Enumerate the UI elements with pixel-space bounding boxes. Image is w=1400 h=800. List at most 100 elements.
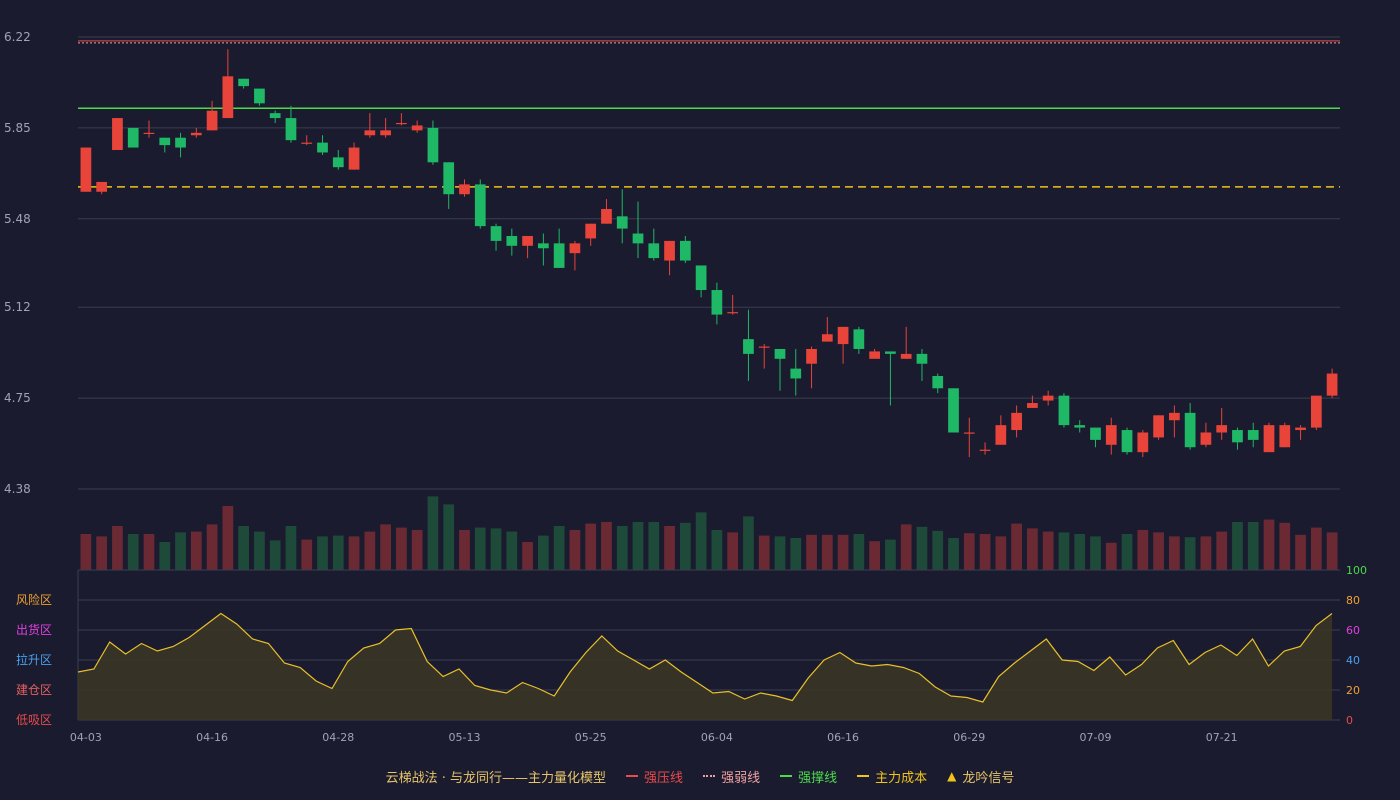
candle-body — [1153, 415, 1164, 438]
volume-bar — [806, 534, 817, 570]
price-tick-label: 4.38 — [4, 482, 31, 496]
chart-legend: 云梯战法 · 与龙同行——主力量化模型 强压线 强弱线 强撑线 主力成本 ▲ 龙… — [0, 764, 1400, 788]
candle-body — [1121, 430, 1133, 453]
candle-body — [364, 130, 376, 136]
candle-body — [1027, 403, 1038, 408]
legend-title-label: 云梯战法 · 与龙同行——主力量化模型 — [385, 770, 607, 786]
candle-body — [774, 348, 786, 359]
volume-bar — [743, 516, 754, 570]
x-tick-label: 07-21 — [1206, 731, 1238, 744]
candle-body — [317, 142, 328, 153]
volume-bar — [474, 527, 486, 570]
stock-chart: 6.22 5.85 5.48 5.12 4.75 4.38 100 80 60 40 20 0 风险区出… — [4, 30, 1367, 744]
volume-bar — [569, 530, 581, 570]
volume-bar — [506, 531, 518, 570]
volume-bar — [238, 526, 250, 570]
volume-bar — [821, 534, 833, 570]
candle-body — [1074, 425, 1086, 428]
volume-bar — [222, 506, 234, 570]
candle-body — [348, 147, 360, 170]
x-tick-label: 05-13 — [449, 731, 481, 744]
volume-bar — [127, 534, 139, 570]
candle-body — [806, 348, 817, 364]
x-tick-label: 04-03 — [70, 731, 102, 744]
x-tick-label: 06-29 — [953, 731, 985, 744]
weak-line-swatch — [703, 775, 716, 777]
candle-body — [1247, 430, 1259, 440]
candle-body — [979, 449, 991, 451]
candle-body — [96, 181, 108, 192]
volume-bar — [364, 531, 376, 570]
volume-bar — [317, 536, 328, 570]
legend-item-signal[interactable]: ▲ 龙吟信号 — [947, 767, 1014, 786]
volume-bar — [948, 538, 959, 570]
volume-bar — [601, 522, 612, 570]
volume-bar — [269, 540, 281, 570]
candle-body — [837, 326, 849, 345]
volume-bar — [1058, 532, 1070, 570]
volume-bar — [885, 539, 896, 570]
osc-zone-label: 低吸区 — [16, 713, 52, 727]
price-tick-label: 5.48 — [4, 212, 31, 226]
legend-item-support[interactable]: 强撑线 — [780, 767, 837, 786]
candle-body — [1295, 427, 1306, 431]
candle-body — [569, 243, 581, 254]
osc-tick-label: 80 — [1346, 594, 1360, 607]
candle-body — [1200, 432, 1212, 445]
volume-bar — [396, 527, 407, 570]
candle-body — [758, 346, 770, 348]
osc-zone-label: 拉升区 — [16, 652, 52, 667]
candle-body — [1090, 427, 1101, 440]
volume-bar — [1247, 522, 1259, 570]
candle-body — [790, 368, 802, 379]
candle-body — [1216, 425, 1228, 433]
volume-bar — [1263, 519, 1275, 570]
candle-body — [963, 432, 975, 434]
candle-body — [254, 88, 265, 104]
candle-body — [474, 184, 486, 227]
candle-body — [112, 118, 123, 150]
volume-bar — [758, 535, 770, 570]
candle-body — [1042, 395, 1054, 401]
price-tick-label: 5.85 — [4, 121, 31, 135]
volume-bar — [143, 534, 155, 570]
candle-body — [1105, 425, 1117, 445]
osc-tick-label: 40 — [1346, 654, 1360, 667]
volume-bar — [916, 526, 928, 570]
candle-body — [459, 184, 470, 195]
volume-bar — [1105, 542, 1117, 570]
candle-body — [396, 122, 407, 125]
candle-body — [522, 235, 533, 246]
candle-body — [537, 243, 549, 249]
osc-tick-label: 100 — [1346, 564, 1367, 577]
volume-bar — [585, 523, 597, 570]
volume-bar — [995, 536, 1007, 570]
candle-body — [1137, 432, 1149, 453]
volume-bar — [979, 534, 991, 570]
legend-pressure-label: 强压线 — [644, 770, 684, 786]
legend-item-cost[interactable]: 主力成本 — [857, 767, 927, 786]
legend-item-weak[interactable]: 强弱线 — [703, 767, 760, 786]
candle-body — [332, 157, 344, 168]
candle-body — [190, 132, 202, 136]
legend-item-pressure[interactable]: 强压线 — [626, 767, 683, 786]
candle-body — [206, 110, 218, 131]
candle-body — [1184, 412, 1196, 448]
candle-body — [301, 142, 313, 144]
volume-bar — [1232, 522, 1243, 570]
candle-body — [727, 312, 739, 314]
candle-body — [143, 132, 155, 135]
volume-bar — [695, 512, 707, 570]
volume-bar — [869, 541, 881, 570]
volume-bar — [380, 524, 391, 570]
support-line-swatch — [780, 775, 793, 777]
candle-body — [853, 329, 865, 349]
candle-body — [1326, 373, 1338, 396]
candle-body — [1168, 412, 1180, 421]
candle-body — [948, 388, 959, 433]
candle-body — [821, 334, 833, 342]
legend-weak-label: 强弱线 — [721, 770, 761, 786]
osc-tick-label: 60 — [1346, 624, 1360, 637]
volume-bar — [1184, 537, 1196, 570]
volume-bar — [1011, 523, 1022, 570]
